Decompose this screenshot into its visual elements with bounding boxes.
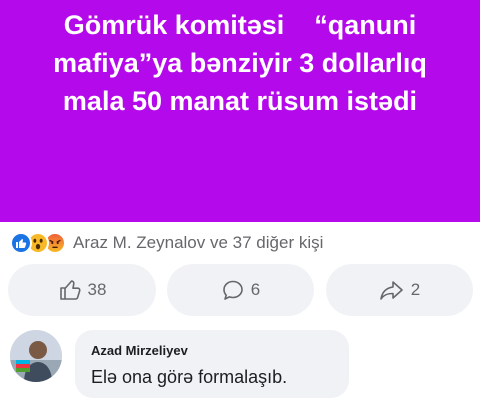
comment-count: 6 (250, 280, 261, 299)
like-button[interactable]: 38 (8, 264, 156, 316)
share-count: 2 (410, 280, 421, 299)
comment-author[interactable]: Azad Mirzeliyev (91, 342, 333, 360)
share-button[interactable]: 2 (326, 264, 473, 316)
avatar[interactable] (10, 330, 62, 382)
reaction-summary[interactable]: Araz M. Zeynalov ve 37 diğer kişi (73, 233, 323, 253)
comment-text: Elə ona görə formalaşıb. (91, 367, 288, 387)
post-title-line: mafiya”ya bənziyir 3 dollarlıq (53, 48, 427, 78)
post-title: Gömrük komitəsi “qanuni mafiya”ya bənziy… (8, 6, 472, 120)
comment-icon (222, 280, 243, 300)
share-icon (379, 281, 403, 300)
thumbs-up-icon (59, 280, 81, 300)
like-count: 38 (87, 280, 107, 299)
reactions-bar[interactable]: Araz M. Zeynalov ve 37 diğer kişi (10, 230, 323, 256)
post-banner: Gömrük komitəsi “qanuni mafiya”ya bənziy… (0, 0, 480, 222)
post-title-line: mala 50 manat rüsum istədi (62, 86, 418, 116)
comment-bubble: Azad Mirzeliyev Elə ona görə formalaşıb. (75, 330, 349, 398)
like-icon (10, 232, 32, 254)
comment-button[interactable]: 6 (167, 264, 314, 316)
action-row: 38 6 2 (0, 264, 480, 316)
post-title-line: Gömrük komitəsi “qanuni (63, 10, 417, 40)
